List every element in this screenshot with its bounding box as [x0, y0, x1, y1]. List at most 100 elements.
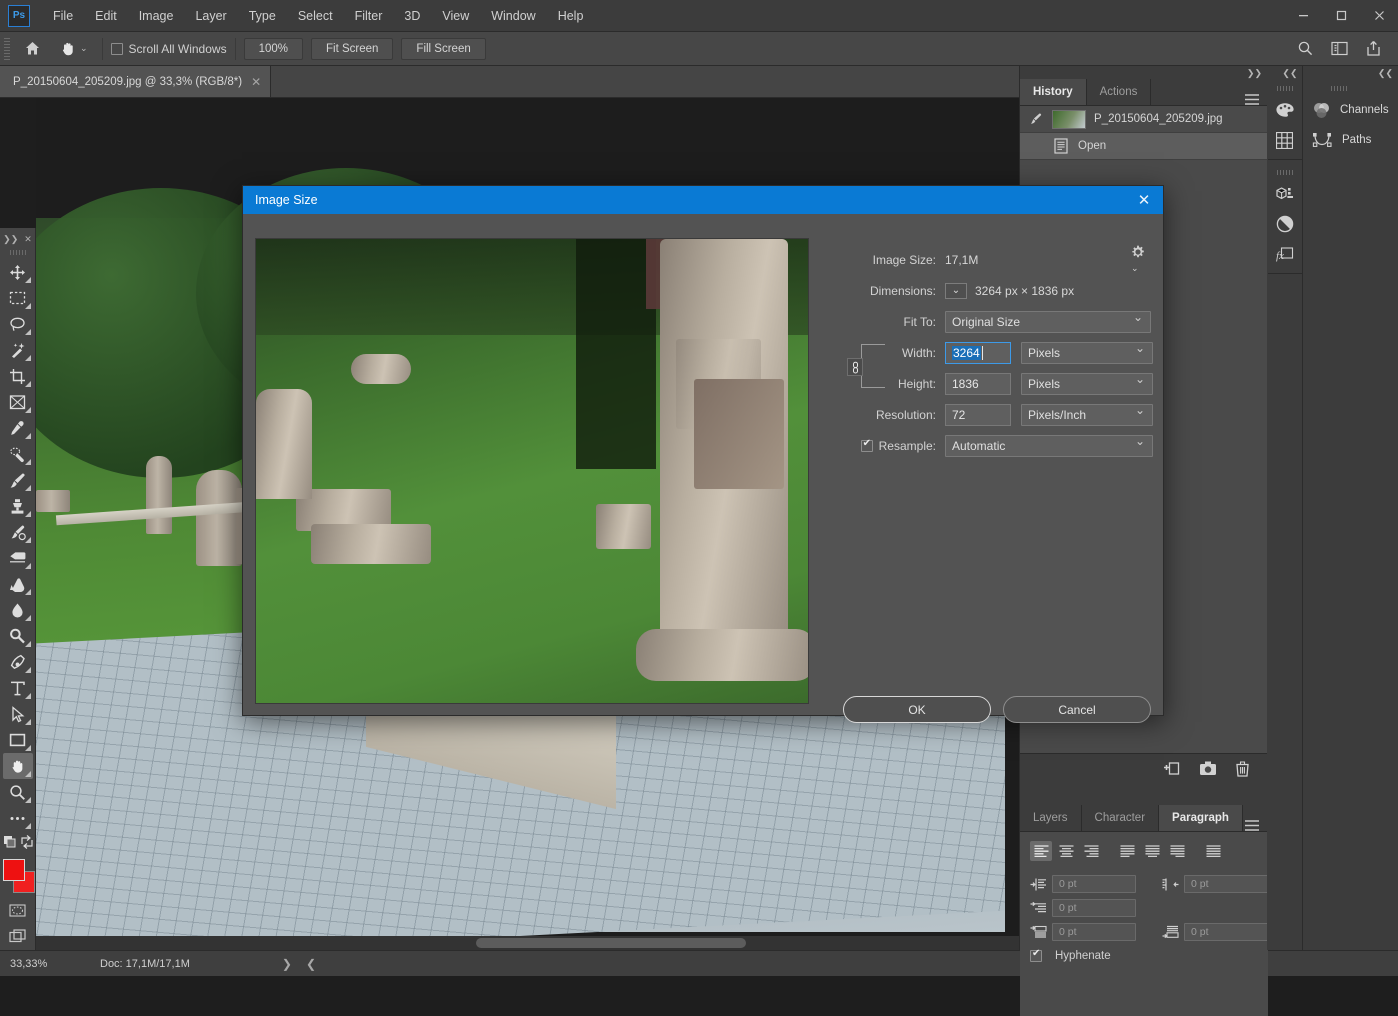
dock-entry-channels[interactable]: Channels: [1303, 95, 1398, 125]
menu-view[interactable]: View: [431, 0, 480, 32]
menu-image[interactable]: Image: [128, 0, 185, 32]
new-document-icon[interactable]: [1163, 761, 1181, 777]
resolution-input[interactable]: 72: [945, 403, 1011, 426]
cancel-button[interactable]: Cancel: [1003, 696, 1151, 723]
canvas-horizontal-scrollbar[interactable]: [36, 936, 1019, 950]
menu-edit[interactable]: Edit: [84, 0, 128, 32]
resolution-unit-dropdown[interactable]: Pixels/Inch: [1021, 403, 1153, 426]
home-icon[interactable]: [15, 36, 49, 62]
rectangle-tool[interactable]: [3, 727, 33, 753]
image-preview[interactable]: [255, 238, 809, 704]
space-before-field[interactable]: 0 pt: [1052, 923, 1136, 941]
dock-grip[interactable]: [1331, 86, 1347, 91]
foreground-color-swatch[interactable]: [2, 859, 25, 881]
menu-help[interactable]: Help: [547, 0, 595, 32]
frame-tool[interactable]: [3, 389, 33, 415]
resample-dropdown[interactable]: Automatic: [945, 434, 1153, 457]
chain-link-icon[interactable]: [847, 358, 863, 376]
close-icon[interactable]: ✕: [24, 234, 32, 245]
workspace-icon[interactable]: [1324, 36, 1354, 62]
panel-menu-icon[interactable]: [1245, 94, 1268, 105]
indent-first-line-field[interactable]: 0 pt: [1052, 899, 1136, 917]
dock-grip[interactable]: [1276, 170, 1293, 175]
fit-screen-button[interactable]: Fit Screen: [311, 37, 394, 60]
healing-brush-tool[interactable]: [3, 441, 33, 467]
eraser-tool[interactable]: [3, 545, 33, 571]
options-bar-grip[interactable]: [4, 37, 10, 60]
eyedropper-tool[interactable]: [3, 415, 33, 441]
height-unit-dropdown[interactable]: Pixels: [1021, 372, 1153, 395]
collapse-icon[interactable]: ❮❮: [1378, 68, 1393, 79]
gradient-tool[interactable]: [3, 571, 33, 597]
menu-type[interactable]: Type: [238, 0, 287, 32]
move-tool[interactable]: [3, 259, 33, 285]
indent-right-field[interactable]: 0 pt: [1184, 875, 1268, 893]
collapse-icon[interactable]: ❯❯: [1247, 68, 1262, 79]
align-center-button[interactable]: [1055, 841, 1077, 861]
dialog-title-bar[interactable]: Image Size ✕: [243, 186, 1163, 214]
color-swatches-icon[interactable]: [1269, 95, 1301, 125]
constrain-proportions-link[interactable]: [847, 338, 887, 394]
zoom-tool[interactable]: [3, 779, 33, 805]
scrollbar-thumb[interactable]: [476, 938, 746, 948]
collapse-icon[interactable]: ❮❮: [1282, 68, 1297, 79]
new-snapshot-icon[interactable]: [1199, 761, 1217, 776]
dock-grip[interactable]: [1276, 86, 1293, 91]
screen-mode-button[interactable]: [3, 923, 33, 949]
rectangular-marquee-tool[interactable]: [3, 285, 33, 311]
width-input[interactable]: 3264: [945, 341, 1011, 364]
path-selection-tool[interactable]: [3, 701, 33, 727]
justify-last-left-button[interactable]: [1116, 841, 1138, 861]
tab-history[interactable]: History: [1020, 79, 1087, 105]
layer-styles-icon[interactable]: fx: [1269, 239, 1301, 269]
history-collapse-row[interactable]: ❯❯: [1020, 66, 1268, 80]
chevron-right-icon[interactable]: ❯: [282, 957, 292, 971]
scroll-all-windows-checkbox[interactable]: Scroll All Windows: [110, 42, 227, 56]
justify-last-center-button[interactable]: [1141, 841, 1163, 861]
align-right-button[interactable]: [1080, 841, 1102, 861]
chevron-down-icon[interactable]: ⌄: [945, 282, 967, 299]
ok-button[interactable]: OK: [843, 696, 991, 723]
close-icon[interactable]: ✕: [1125, 186, 1163, 214]
history-brush-tool[interactable]: [3, 519, 33, 545]
justify-last-right-button[interactable]: [1166, 841, 1188, 861]
current-tool-preset[interactable]: ⌄: [53, 36, 94, 62]
crop-tool[interactable]: [3, 363, 33, 389]
toolbar-grip[interactable]: [9, 250, 26, 255]
menu-3d[interactable]: 3D: [393, 0, 431, 32]
resample-checkbox[interactable]: Resample:: [843, 438, 945, 453]
zoom-level[interactable]: 33,33%: [0, 958, 78, 970]
height-input[interactable]: 1836: [945, 372, 1011, 395]
width-unit-dropdown[interactable]: Pixels: [1021, 341, 1153, 364]
minimize-button[interactable]: [1284, 0, 1322, 32]
dock-collapse-right[interactable]: ❮❮: [1303, 66, 1398, 80]
adjustments-icon[interactable]: [1269, 209, 1301, 239]
align-left-button[interactable]: [1030, 841, 1052, 861]
dodge-tool[interactable]: [3, 623, 33, 649]
pen-tool[interactable]: [3, 649, 33, 675]
close-icon[interactable]: ✕: [251, 75, 261, 89]
3d-icon[interactable]: [1269, 179, 1301, 209]
chevron-left-icon[interactable]: ❮: [306, 957, 316, 971]
zoom-100-button[interactable]: 100%: [243, 37, 303, 60]
menu-window[interactable]: Window: [480, 0, 546, 32]
clone-stamp-tool[interactable]: [3, 493, 33, 519]
dock-collapse-left[interactable]: ❮❮: [1267, 66, 1303, 80]
indent-left-field[interactable]: 0 pt: [1052, 875, 1136, 893]
grid-icon[interactable]: [1269, 125, 1301, 155]
fit-to-dropdown[interactable]: Original Size: [945, 310, 1151, 333]
history-snapshot-row[interactable]: P_20150604_205209.jpg: [1020, 106, 1268, 133]
type-tool[interactable]: [3, 675, 33, 701]
expand-icon[interactable]: ❯❯: [3, 234, 18, 245]
tab-actions[interactable]: Actions: [1086, 79, 1152, 105]
tab-paragraph[interactable]: Paragraph: [1159, 805, 1243, 831]
search-icon[interactable]: [1290, 36, 1320, 62]
magic-wand-tool[interactable]: [3, 337, 33, 363]
quick-mask-mode-button[interactable]: [3, 897, 33, 923]
document-tab[interactable]: P_20150604_205209.jpg @ 33,3% (RGB/8*) ✕: [0, 66, 272, 97]
space-after-field[interactable]: 0 pt: [1184, 923, 1268, 941]
tab-character[interactable]: Character: [1081, 805, 1160, 831]
menu-layer[interactable]: Layer: [184, 0, 237, 32]
quick-mask-default-colors[interactable]: [3, 831, 33, 853]
blur-tool[interactable]: [3, 597, 33, 623]
